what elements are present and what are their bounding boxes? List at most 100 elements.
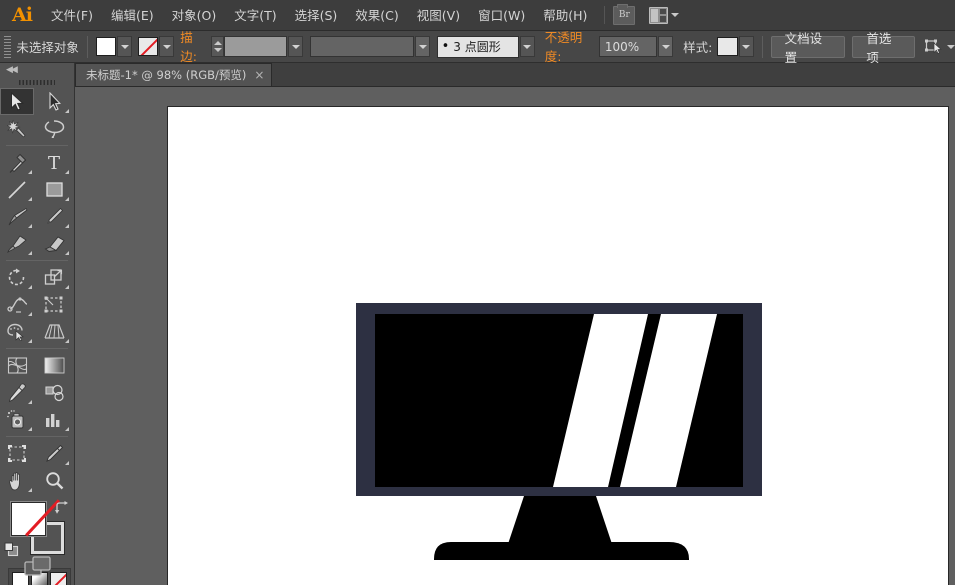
opacity-input[interactable]: 100% (599, 36, 657, 57)
stroke-swatch[interactable] (138, 37, 159, 56)
blob-brush-tool[interactable] (0, 230, 34, 257)
magic-wand-tool[interactable] (0, 115, 34, 142)
paintbrush-tool[interactable] (0, 203, 34, 230)
width-tool[interactable] (0, 291, 34, 318)
width-profile-input[interactable] (310, 36, 414, 57)
menu-effect[interactable]: 效果(C) (346, 0, 407, 31)
control-divider-2 (762, 36, 763, 58)
direct-selection-tool[interactable] (37, 88, 71, 115)
arrange-documents-icon (649, 7, 668, 24)
control-divider-1 (87, 36, 88, 58)
chevron-down-icon (419, 45, 427, 49)
illustrator-window: Ai 文件(F) 编辑(E) 对象(O) 文字(T) 选择(S) 效果(C) 视… (0, 0, 955, 585)
fill-swatch[interactable] (96, 37, 117, 56)
pencil-tool[interactable] (37, 203, 71, 230)
stroke-weight-stepper[interactable] (211, 36, 224, 57)
type-tool[interactable]: T (37, 149, 71, 176)
selection-status: 未选择对象 (16, 37, 79, 56)
menu-divider (604, 6, 605, 24)
canvas-area[interactable] (75, 87, 955, 585)
menu-select[interactable]: 选择(S) (286, 0, 347, 31)
document-tab-title: 未标题-1* @ 98% (RGB/预览) (86, 67, 246, 83)
swap-fill-stroke-icon[interactable] (55, 500, 70, 519)
menu-file[interactable]: 文件(F) (42, 0, 102, 31)
chevron-down-icon (292, 45, 300, 49)
select-similar-icon (925, 39, 942, 54)
graphic-style-dropdown[interactable] (739, 36, 754, 57)
tools-panel-header: ◀◀ (0, 63, 74, 77)
lasso-tool[interactable] (37, 115, 71, 142)
stroke-weight-dropdown[interactable] (288, 36, 303, 57)
free-transform-tool[interactable] (37, 291, 71, 318)
monitor-artwork[interactable] (168, 107, 948, 585)
style-label: 样式: (683, 37, 712, 56)
bridge-icon[interactable]: Br (613, 6, 635, 25)
stroke-swatch-dropdown[interactable] (159, 36, 174, 57)
selection-tool[interactable] (0, 88, 34, 115)
control-bar: 未选择对象 描边: • 3 点圆形 不透明度: 100% (0, 31, 955, 63)
chevron-down-icon (742, 45, 750, 49)
hand-tool[interactable] (0, 467, 34, 494)
opacity-dropdown[interactable] (658, 36, 673, 57)
control-bar-gripper[interactable] (4, 36, 11, 58)
tools-grid-2: T (0, 149, 74, 257)
artboard-tool[interactable] (0, 440, 34, 467)
chevron-down-icon[interactable] (947, 45, 955, 49)
brush-definition-field[interactable]: • 3 点圆形 (437, 36, 519, 58)
menu-view[interactable]: 视图(V) (408, 0, 469, 31)
tools-grid-3 (0, 264, 74, 345)
close-icon[interactable]: × (254, 69, 264, 81)
column-graph-tool[interactable] (37, 406, 71, 433)
menu-window[interactable]: 窗口(W) (469, 0, 534, 31)
change-screen-mode-button[interactable] (0, 555, 75, 577)
tools-grid-5 (0, 440, 74, 494)
perspective-grid-tool[interactable] (37, 318, 71, 345)
blend-tool[interactable] (37, 379, 71, 406)
chevron-down-icon (671, 13, 679, 17)
width-profile-dropdown[interactable] (415, 36, 430, 57)
eyedropper-tool[interactable] (0, 379, 34, 406)
pen-tool[interactable] (0, 149, 34, 176)
shape-builder-tool[interactable] (0, 318, 34, 345)
chevron-down-icon (121, 45, 129, 49)
slice-tool[interactable] (37, 440, 71, 467)
line-segment-tool[interactable] (0, 176, 34, 203)
stepper-up-icon (214, 41, 222, 45)
gradient-tool[interactable] (37, 352, 71, 379)
select-similar-button[interactable] (925, 39, 955, 54)
menu-type[interactable]: 文字(T) (225, 0, 285, 31)
zoom-tool[interactable] (37, 467, 71, 494)
chevron-down-icon (163, 45, 171, 49)
collapse-panel-icon[interactable]: ◀◀ (6, 65, 16, 75)
scale-tool[interactable] (37, 264, 71, 291)
opacity-label[interactable]: 不透明度: (545, 27, 595, 67)
tools-grid-1 (0, 88, 74, 142)
rectangle-tool[interactable] (37, 176, 71, 203)
tools-divider-2 (6, 260, 68, 261)
tools-panel: ◀◀ (0, 63, 75, 585)
arrange-documents-button[interactable] (649, 7, 679, 24)
rotate-tool[interactable] (0, 264, 34, 291)
symbol-sprayer-tool[interactable] (0, 406, 34, 433)
menu-edit[interactable]: 编辑(E) (102, 0, 163, 31)
document-tab-bar: 未标题-1* @ 98% (RGB/预览) × (0, 63, 955, 87)
menu-bar: Ai 文件(F) 编辑(E) 对象(O) 文字(T) 选择(S) 效果(C) 视… (0, 0, 955, 31)
preferences-button[interactable]: 首选项 (852, 36, 915, 58)
chevron-down-icon (523, 45, 531, 49)
artboard[interactable] (167, 106, 949, 585)
document-setup-button[interactable]: 文档设置 (771, 36, 845, 58)
tools-grid-4 (0, 352, 74, 433)
mesh-tool[interactable] (0, 352, 34, 379)
eraser-tool[interactable] (37, 230, 71, 257)
chevron-down-icon (662, 45, 670, 49)
document-tab[interactable]: 未标题-1* @ 98% (RGB/预览) × (75, 63, 272, 86)
brush-definition-dropdown[interactable] (520, 36, 535, 57)
fill-swatch-dropdown[interactable] (117, 36, 132, 57)
stroke-weight-label[interactable]: 描边: (180, 27, 207, 67)
graphic-style-swatch[interactable] (717, 37, 738, 56)
svg-text:T: T (48, 153, 60, 172)
brush-bullet-icon: • (442, 40, 450, 53)
tools-panel-gripper[interactable] (0, 77, 74, 88)
stroke-weight-input[interactable] (224, 36, 287, 57)
tools-divider-4 (6, 436, 68, 437)
